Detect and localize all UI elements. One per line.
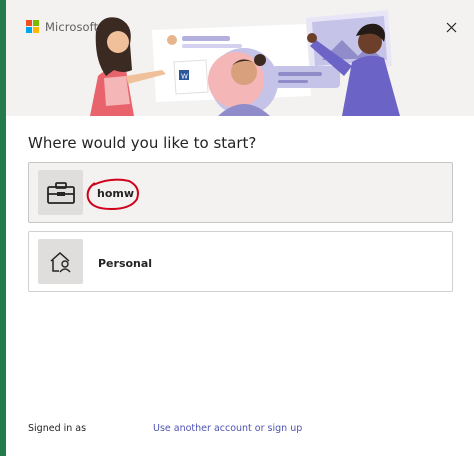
footer: Signed in as Use another account or sign… — [28, 423, 302, 434]
option-tile — [38, 239, 83, 284]
account-option-homw[interactable]: homw — [28, 162, 453, 223]
microsoft-brand: Microsoft — [26, 20, 98, 34]
home-person-icon — [50, 251, 71, 272]
account-picker-dialog: W Microsoft Where would you like to star… — [6, 0, 474, 456]
brand-name: Microsoft — [45, 20, 99, 34]
account-option-personal[interactable]: Personal — [28, 231, 453, 292]
page-title: Where would you like to start? — [28, 134, 257, 152]
option-tile — [38, 170, 83, 215]
banner-illustration: W — [90, 10, 400, 116]
close-button[interactable] — [442, 18, 460, 36]
svg-text:W: W — [181, 73, 188, 81]
signed-in-label: Signed in as — [28, 423, 87, 434]
option-label: homw — [97, 187, 135, 200]
option-label: Personal — [98, 257, 153, 270]
briefcase-icon — [46, 181, 75, 204]
header-banner: W Microsoft — [6, 0, 474, 116]
close-icon — [446, 22, 456, 32]
microsoft-logo-icon — [26, 20, 40, 34]
use-another-account-link[interactable]: Use another account or sign up — [153, 423, 302, 434]
